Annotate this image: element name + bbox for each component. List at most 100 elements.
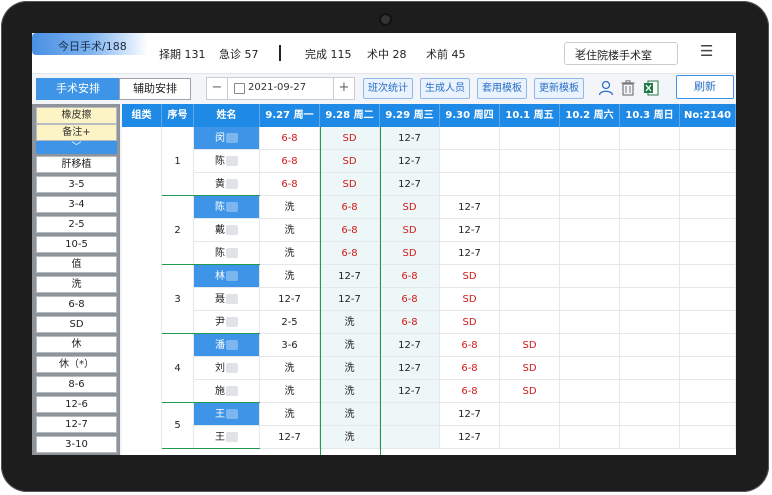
staff-name-cell[interactable]: 林 [194, 265, 260, 288]
shift-cell[interactable] [560, 288, 620, 311]
shift-cell[interactable] [500, 127, 560, 150]
shift-cell[interactable]: 6-8 [380, 265, 440, 288]
shift-cell[interactable] [380, 426, 440, 449]
shift-cell[interactable] [620, 219, 680, 242]
apply-template-button[interactable]: 套用模板 [477, 78, 527, 99]
sidebar-shift-item[interactable]: 休 [36, 336, 117, 353]
sidebar-shift-item[interactable]: 洗 [36, 276, 117, 293]
shift-cell[interactable] [560, 173, 620, 196]
shift-cell[interactable]: SD [320, 173, 380, 196]
hamburger-menu-icon[interactable]: ☰ [700, 42, 713, 60]
sidebar-shift-item[interactable]: 肝移植 [36, 156, 117, 173]
operating-room-select[interactable]: 老住院楼手术室 ﹀ [564, 42, 678, 65]
shift-cell[interactable] [500, 288, 560, 311]
date-value[interactable]: 2021-09-27 [248, 82, 306, 93]
completed-count[interactable]: 完成 115 [305, 46, 352, 62]
column-header[interactable]: 9.29 周三 [380, 104, 440, 127]
column-header[interactable]: 9.27 周一 [260, 104, 320, 127]
tab-surgery-arrangement[interactable]: 手术安排 [36, 78, 120, 100]
column-header[interactable]: 姓名 [194, 104, 260, 127]
column-header[interactable]: 10.1 周五 [500, 104, 560, 127]
shift-cell[interactable]: 6-8 [260, 173, 320, 196]
staff-name-cell[interactable]: 王 [194, 426, 260, 449]
shift-cell[interactable]: 6-8 [260, 150, 320, 173]
shift-cell[interactable]: 6-8 [440, 357, 500, 380]
trash-icon[interactable] [621, 80, 635, 96]
shift-cell[interactable] [620, 334, 680, 357]
sidebar-shift-item[interactable]: 备注+ [36, 124, 117, 141]
sidebar-shift-item[interactable]: SD [36, 316, 117, 333]
shift-cell[interactable]: SD [500, 357, 560, 380]
date-prev-button[interactable]: − [207, 78, 228, 99]
staff-name-cell[interactable]: 戴 [194, 219, 260, 242]
date-picker[interactable]: − 2021-09-27 + [206, 77, 355, 100]
shift-cell[interactable] [560, 380, 620, 403]
shift-cell[interactable] [620, 288, 680, 311]
sidebar-shift-item[interactable]: 3-5 [36, 176, 117, 193]
staff-name-cell[interactable]: 尹 [194, 311, 260, 334]
shift-cell[interactable]: SD [320, 150, 380, 173]
shift-cell[interactable]: 6-8 [320, 196, 380, 219]
shift-cell[interactable]: 12-7 [440, 219, 500, 242]
shift-cell[interactable]: 洗 [260, 403, 320, 426]
staff-name-cell[interactable]: 闵 [194, 127, 260, 150]
shift-cell[interactable]: 洗 [320, 426, 380, 449]
sidebar-shift-item[interactable]: 2-5 [36, 216, 117, 233]
shift-cell[interactable] [560, 334, 620, 357]
shift-cell[interactable]: SD [380, 242, 440, 265]
shift-cell[interactable]: 12-7 [380, 380, 440, 403]
column-header[interactable]: 序号 [162, 104, 194, 127]
shift-cell[interactable]: SD [500, 380, 560, 403]
shift-cell[interactable]: 6-8 [320, 219, 380, 242]
shift-cell[interactable] [560, 150, 620, 173]
shift-cell[interactable]: SD [440, 265, 500, 288]
shift-cell[interactable] [560, 219, 620, 242]
shift-cell[interactable]: SD [380, 196, 440, 219]
sidebar-shift-item[interactable]: 3-10 [36, 436, 117, 453]
shift-cell[interactable] [500, 311, 560, 334]
shift-cell[interactable] [560, 357, 620, 380]
shift-cell[interactable]: 6-8 [440, 380, 500, 403]
shift-cell[interactable] [620, 265, 680, 288]
shift-cell[interactable]: 12-7 [440, 242, 500, 265]
shift-cell[interactable] [620, 150, 680, 173]
sidebar-shift-item[interactable]: 休（*） [36, 356, 117, 373]
shift-cell[interactable]: 洗 [320, 380, 380, 403]
staff-name-cell[interactable]: 陈 [194, 150, 260, 173]
shift-cell[interactable]: 12-7 [260, 288, 320, 311]
shift-cell[interactable]: 12-7 [320, 288, 380, 311]
update-template-button[interactable]: 更新模板 [534, 78, 584, 99]
shift-cell[interactable]: 6-8 [260, 127, 320, 150]
shift-cell[interactable] [500, 150, 560, 173]
shift-cell[interactable]: SD [380, 219, 440, 242]
shift-cell[interactable] [620, 127, 680, 150]
shift-cell[interactable] [620, 380, 680, 403]
shift-cell[interactable] [500, 426, 560, 449]
pre-surgery-count[interactable]: 术前 45 [426, 46, 466, 62]
shift-cell[interactable] [440, 127, 500, 150]
sidebar-shift-item[interactable]: 3-4 [36, 196, 117, 213]
shift-cell[interactable]: 12-7 [380, 150, 440, 173]
shift-cell[interactable]: 洗 [260, 219, 320, 242]
shift-cell[interactable] [560, 403, 620, 426]
shift-cell[interactable]: 3-6 [260, 334, 320, 357]
staff-name-cell[interactable]: 刘 [194, 357, 260, 380]
column-header[interactable]: 9.28 周二 [320, 104, 380, 127]
shift-cell[interactable]: 洗 [260, 242, 320, 265]
sidebar-collapse-button[interactable]: ﹀ [36, 141, 117, 154]
shift-cell[interactable] [560, 242, 620, 265]
shift-cell[interactable] [560, 426, 620, 449]
shift-cell[interactable]: 12-7 [440, 196, 500, 219]
user-icon[interactable] [598, 80, 614, 96]
staff-name-cell[interactable]: 施 [194, 380, 260, 403]
shift-cell[interactable] [380, 403, 440, 426]
sidebar-shift-item[interactable]: 12-6 [36, 396, 117, 413]
shift-cell[interactable]: 洗 [260, 265, 320, 288]
generate-staff-button[interactable]: 生成人员 [420, 78, 470, 99]
shift-cell[interactable] [620, 311, 680, 334]
excel-icon[interactable] [643, 80, 659, 96]
shift-cell[interactable] [440, 173, 500, 196]
shift-cell[interactable]: 12-7 [380, 173, 440, 196]
tab-auxiliary-arrangement[interactable]: 辅助安排 [119, 78, 191, 100]
sidebar-shift-item[interactable]: 6-8 [36, 296, 117, 313]
